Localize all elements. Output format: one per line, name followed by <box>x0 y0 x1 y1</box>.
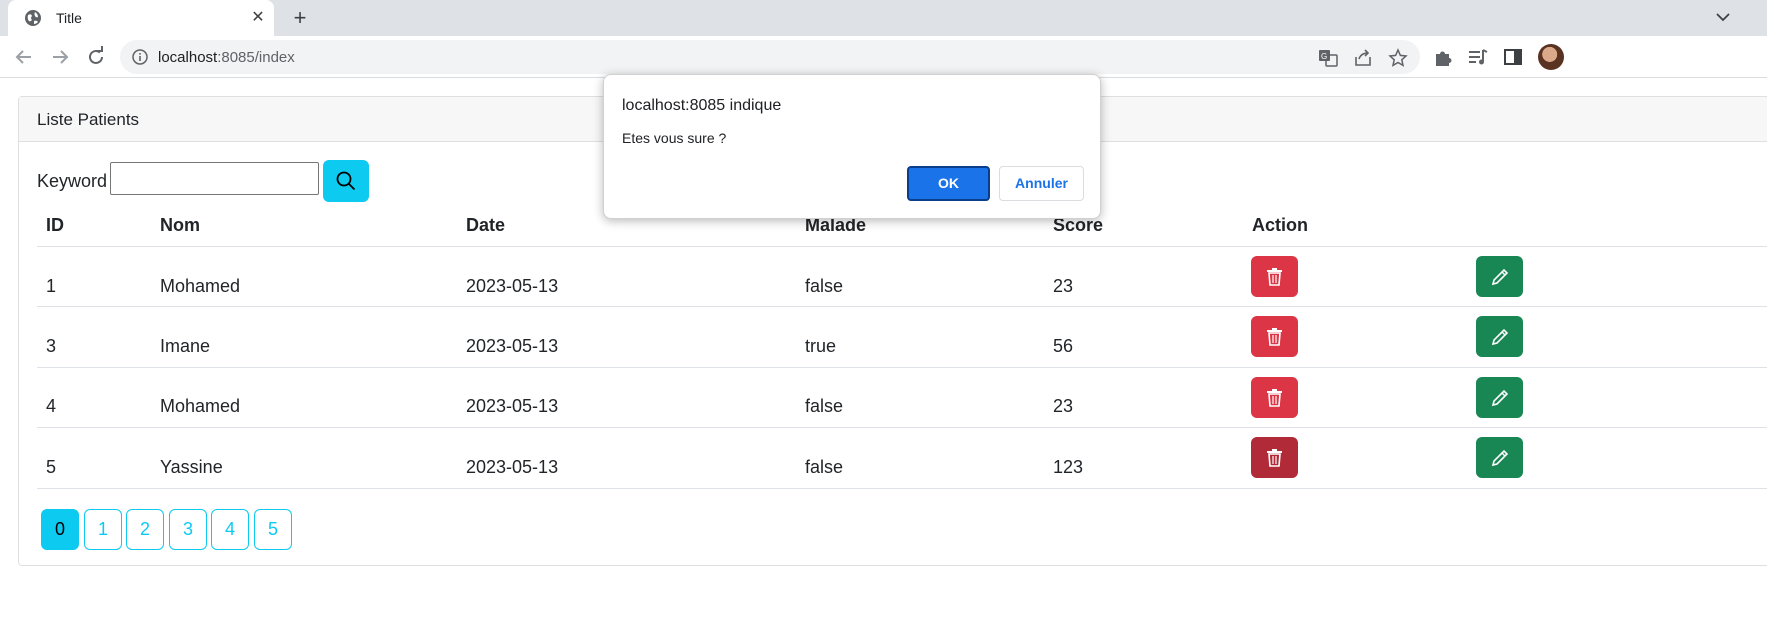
page-button-2[interactable]: 2 <box>126 509 164 550</box>
close-tab-icon[interactable]: ✕ <box>248 8 268 28</box>
trash-icon <box>1267 328 1282 346</box>
star-icon[interactable] <box>1388 48 1408 68</box>
row-divider <box>37 367 1767 368</box>
cell-score: 56 <box>1053 336 1074 356</box>
card-title: Liste Patients <box>37 110 140 129</box>
cell-malade: false <box>805 396 844 416</box>
cell-nom: Mohamed <box>160 276 241 296</box>
svg-text:G: G <box>1321 52 1327 61</box>
address-bar[interactable]: localhost:8085/index G <box>120 40 1420 74</box>
delete-button[interactable] <box>1251 437 1298 478</box>
url-path: :8085/index <box>217 49 295 66</box>
page-button-4[interactable]: 4 <box>211 509 249 550</box>
cell-score: 123 <box>1053 457 1084 477</box>
edit-button[interactable] <box>1476 316 1523 357</box>
row-divider <box>37 488 1767 489</box>
back-arrow-icon[interactable] <box>12 45 36 69</box>
cell-date: 2023-05-13 <box>466 276 559 296</box>
header-divider <box>37 246 1767 247</box>
cell-malade: true <box>805 336 837 356</box>
page-button-5[interactable]: 5 <box>254 509 292 550</box>
forward-arrow-icon[interactable] <box>48 45 72 69</box>
cancel-button[interactable]: Annuler <box>999 166 1084 201</box>
pencil-icon <box>1491 389 1509 407</box>
cell-date: 2023-05-13 <box>466 457 559 477</box>
page-button-1[interactable]: 1 <box>84 509 122 550</box>
url-text: localhost:8085/index <box>158 49 295 66</box>
profile-avatar[interactable] <box>1538 44 1564 70</box>
header-action: Action <box>1252 215 1308 235</box>
reload-icon[interactable] <box>84 45 108 69</box>
search-button[interactable] <box>323 160 369 202</box>
cell-id: 5 <box>46 457 57 477</box>
keyword-label: Keyword <box>37 171 108 191</box>
confirm-dialog: localhost:8085 indique Etes vous sure ? … <box>603 74 1101 219</box>
extensions-icon[interactable] <box>1432 46 1454 68</box>
header-id: ID <box>46 215 64 235</box>
cell-id: 4 <box>46 396 57 416</box>
header-date: Date <box>466 215 506 235</box>
cell-nom: Yassine <box>160 457 223 477</box>
page-button-3[interactable]: 3 <box>169 509 207 550</box>
edit-button[interactable] <box>1476 256 1523 297</box>
pencil-icon <box>1491 328 1509 346</box>
search-icon <box>336 171 356 191</box>
chevron-down-icon[interactable] <box>1712 6 1734 28</box>
pencil-icon <box>1491 449 1509 467</box>
media-control-icon[interactable] <box>1467 46 1489 68</box>
cell-malade: false <box>805 457 844 477</box>
new-tab-button[interactable]: + <box>288 6 312 30</box>
share-icon[interactable] <box>1353 48 1373 68</box>
page-button-0[interactable]: 0 <box>41 509 79 550</box>
delete-button[interactable] <box>1251 377 1298 418</box>
dialog-title: localhost:8085 indique <box>622 97 782 114</box>
cell-nom: Imane <box>160 336 211 356</box>
delete-button[interactable] <box>1251 316 1298 357</box>
keyword-input[interactable] <box>110 162 319 195</box>
browser-tab-bar: Title ✕ + <box>0 0 1767 36</box>
browser-tab[interactable]: Title ✕ <box>8 0 274 36</box>
url-host: localhost <box>158 49 218 66</box>
site-info-icon[interactable] <box>132 49 148 65</box>
cell-date: 2023-05-13 <box>466 336 559 356</box>
header-nom: Nom <box>160 215 200 235</box>
cell-score: 23 <box>1053 396 1074 416</box>
browser-toolbar: localhost:8085/index G <box>0 36 1767 78</box>
cell-nom: Mohamed <box>160 396 241 416</box>
edit-button[interactable] <box>1476 437 1523 478</box>
translate-icon[interactable]: G <box>1318 48 1338 68</box>
dialog-message: Etes vous sure ? <box>622 130 727 146</box>
row-divider <box>37 427 1767 428</box>
side-panel-icon[interactable] <box>1502 46 1524 68</box>
pencil-icon <box>1491 268 1509 286</box>
cell-id: 1 <box>46 276 57 296</box>
row-divider <box>37 306 1767 307</box>
cell-date: 2023-05-13 <box>466 396 559 416</box>
ok-button[interactable]: OK <box>907 166 990 201</box>
globe-icon <box>25 10 41 26</box>
delete-button[interactable] <box>1251 256 1298 297</box>
tab-title: Title <box>56 10 82 26</box>
cell-malade: false <box>805 276 844 296</box>
cell-score: 23 <box>1053 276 1074 296</box>
trash-icon <box>1267 389 1282 407</box>
trash-icon <box>1267 268 1282 286</box>
trash-icon <box>1267 449 1282 467</box>
cell-id: 3 <box>46 336 57 356</box>
edit-button[interactable] <box>1476 377 1523 418</box>
